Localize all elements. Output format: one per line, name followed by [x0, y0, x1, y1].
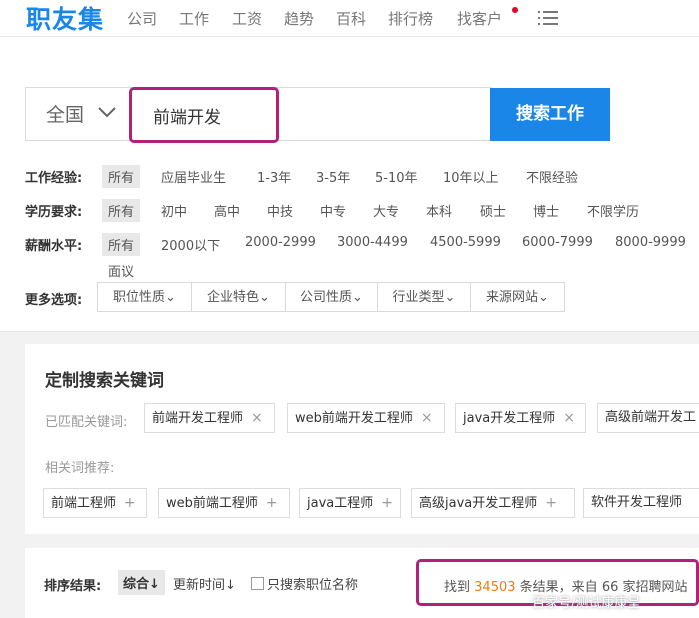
matched-keyword-chip[interactable]: web前端开发工程师 × [287, 403, 445, 433]
filter-experience-all[interactable]: 所有 [102, 165, 141, 188]
related-keywords-label: 相关词推荐: [45, 461, 115, 476]
nav-item-jobs[interactable]: 工作 [179, 8, 209, 29]
related-keyword-chip[interactable]: 前端工程师 + [43, 488, 147, 518]
chevron-down-icon: ⌄ [165, 290, 176, 305]
sort-comprehensive[interactable]: 综合↓ [118, 570, 165, 595]
filter-education-option[interactable]: 大专 [373, 201, 399, 220]
filter-education-option[interactable]: 本科 [426, 201, 452, 220]
filter-education-all[interactable]: 所有 [102, 199, 141, 222]
menu-icon[interactable] [538, 10, 558, 26]
chip-label: 高级java开发工程师 [419, 496, 538, 511]
filter-experience-option[interactable]: 5-10年 [375, 167, 418, 186]
filter-salary-option[interactable]: 4500-5999 [430, 235, 501, 250]
dropdown-label: 来源网站 [486, 290, 539, 305]
filter-education-option[interactable]: 中技 [267, 201, 293, 220]
dropdown-job-type[interactable]: 职位性质⌄ [97, 282, 192, 312]
filter-salary-all[interactable]: 所有 [102, 233, 141, 256]
title-only-label: 只搜索职位名称 [267, 578, 359, 593]
chevron-down-icon: ⌄ [538, 290, 549, 305]
filter-label-education: 学历要求: [25, 205, 83, 220]
filter-label-experience: 工作经验: [25, 171, 83, 186]
plus-icon[interactable]: + [545, 495, 557, 511]
dropdown-company-type[interactable]: 公司性质⌄ [285, 282, 378, 312]
matched-keywords-label: 已匹配关键词: [45, 415, 128, 430]
chip-label: 高级前端开发工 [605, 410, 697, 425]
close-icon[interactable]: × [251, 410, 263, 426]
filter-salary-option[interactable]: 3000-4499 [337, 235, 408, 250]
plus-icon[interactable]: + [124, 495, 136, 511]
chip-label: web前端开发工程师 [295, 411, 413, 426]
keyword-panel: 定制搜索关键词 已匹配关键词: 前端开发工程师 × web前端开发工程师 × jav… [25, 344, 699, 534]
chevron-down-icon: ⌄ [444, 290, 456, 305]
watermark: 百家号/测试康康呈 [532, 596, 641, 611]
dropdown-label: 职位性质 [113, 290, 166, 305]
chip-label: java开发工程师 [463, 411, 556, 426]
plus-icon[interactable]: + [266, 495, 278, 511]
region-select[interactable]: 全国 [46, 100, 84, 127]
filter-education-option[interactable]: 博士 [533, 201, 559, 220]
filter-salary-option[interactable]: 8000-9999 [615, 235, 686, 250]
filter-label-salary: 薪酬水平: [25, 239, 83, 254]
nav-item-wiki[interactable]: 百科 [336, 8, 366, 29]
site-logo[interactable]: 职友集 [26, 0, 104, 36]
filter-education-option[interactable]: 初中 [161, 201, 187, 220]
filter-label-more: 更多选项: [25, 293, 83, 308]
filter-experience-option[interactable]: 10年以上 [443, 167, 499, 186]
filter-salary-option[interactable]: 2000以下 [161, 235, 220, 254]
related-keyword-chip[interactable]: web前端工程师 + [158, 488, 290, 518]
keyword-panel-title: 定制搜索关键词 [45, 371, 164, 391]
notification-dot [512, 7, 518, 13]
chip-label: java工程师 [307, 496, 374, 511]
dropdown-company-feature[interactable]: 企业特色⌄ [191, 282, 286, 312]
related-keyword-chip[interactable]: 软件开发工程师 [583, 488, 699, 518]
filter-salary-option[interactable]: 6000-7999 [522, 235, 593, 250]
filter-experience-option[interactable]: 3-5年 [316, 167, 350, 186]
chevron-down-icon: ⌄ [259, 290, 270, 305]
sort-label: 排序结果: [44, 579, 102, 594]
search-button[interactable]: 搜索工作 [490, 88, 610, 141]
search-panel: 全国 前端开发 搜索工作 工作经验: 所有 应届毕业生 1-3年 3-5年 5-… [0, 37, 699, 332]
close-icon[interactable]: × [421, 410, 433, 426]
related-keyword-chip[interactable]: 高级java开发工程师 + [411, 488, 575, 518]
matched-keyword-chip[interactable]: 前端开发工程师 × [144, 403, 275, 433]
filter-education-option[interactable]: 不限学历 [587, 201, 639, 220]
filter-education-option[interactable]: 中专 [320, 201, 346, 220]
dropdown-label: 行业类型 [392, 290, 445, 305]
filter-experience-option[interactable]: 1-3年 [257, 167, 291, 186]
nav-item-salary[interactable]: 工资 [232, 8, 262, 29]
chip-label: web前端工程师 [166, 496, 258, 511]
chip-label: 前端开发工程师 [152, 411, 244, 426]
nav-item-find-clients[interactable]: 找客户 [457, 8, 502, 29]
filter-salary-option[interactable]: 面议 [108, 261, 134, 280]
plus-icon[interactable]: + [381, 495, 393, 511]
chevron-down-icon[interactable] [98, 106, 116, 118]
matched-keyword-chip[interactable]: java开发工程师 × [455, 403, 586, 433]
filter-experience-option[interactable]: 不限经验 [526, 167, 578, 186]
chip-label: 软件开发工程师 [591, 495, 683, 510]
sort-update-time[interactable]: 更新时间↓ [173, 574, 236, 593]
top-nav: 职友集 公司 工作 工资 趋势 百科 排行榜 找客户 [0, 0, 699, 37]
title-only-checkbox[interactable] [251, 577, 264, 590]
dropdown-industry[interactable]: 行业类型⌄ [377, 282, 471, 312]
filter-education-option[interactable]: 硕士 [480, 201, 506, 220]
related-keyword-chip[interactable]: java工程师 + [299, 488, 401, 518]
nav-item-company[interactable]: 公司 [127, 8, 157, 29]
nav-item-trends[interactable]: 趋势 [284, 8, 314, 29]
chip-label: 前端工程师 [51, 496, 117, 511]
close-icon[interactable]: × [563, 410, 575, 426]
dropdown-label: 企业特色 [207, 290, 260, 305]
filter-education-option[interactable]: 高中 [214, 201, 240, 220]
matched-keyword-chip[interactable]: 高级前端开发工 [597, 403, 699, 433]
filter-salary-option[interactable]: 2000-2999 [245, 235, 316, 250]
filter-experience-option[interactable]: 应届毕业生 [161, 167, 226, 186]
highlight-box [129, 87, 279, 143]
nav-item-rankings[interactable]: 排行榜 [388, 8, 433, 29]
dropdown-source-site[interactable]: 来源网站⌄ [470, 282, 565, 312]
dropdown-label: 公司性质 [300, 290, 353, 305]
chevron-down-icon: ⌄ [352, 290, 363, 305]
